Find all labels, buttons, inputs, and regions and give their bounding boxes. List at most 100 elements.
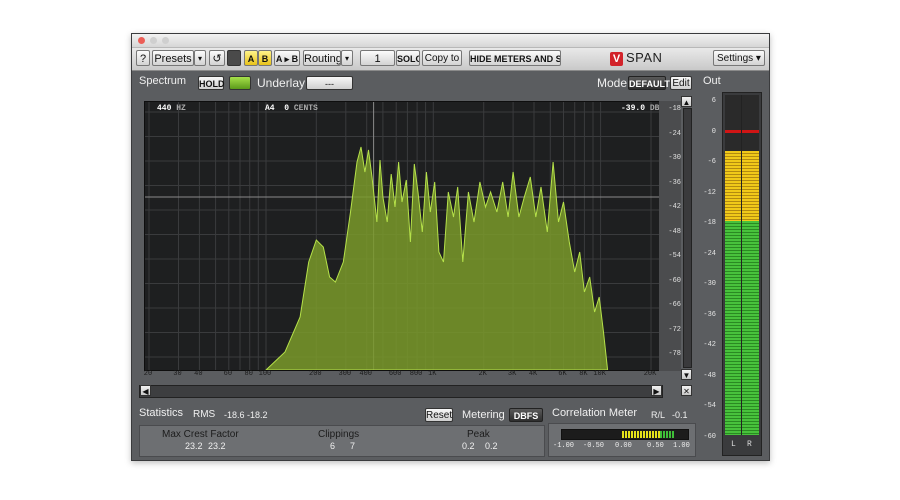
statistics-label: Statistics [139,407,184,419]
freq-tick-label: 600 [388,370,402,378]
crest-left-value: 23.2 [185,441,203,451]
color-swatch-button[interactable] [229,76,251,90]
hide-meters-button[interactable]: HIDE METERS AND STATS [469,50,561,66]
meter-channel-l: L [731,440,736,449]
correlation-bar [561,429,689,440]
corr-tick-2: -0.50 [583,442,605,450]
db-tick-label: -30 [668,154,681,162]
routing-dropdown-arrow[interactable]: ▾ [341,50,353,66]
cursor-db: -39.0 DB [621,104,660,113]
spectrum-label: Spectrum [139,75,187,87]
correlation-panel: -1.00 -0.50 0.00 0.50 1.00 [548,423,696,457]
spectrum-curve [265,146,609,370]
peak-right-value: 0.2 [485,441,498,451]
freq-tick-label: 80 [244,370,253,378]
corr-tick-4: 0.50 [647,442,664,450]
reset-stats-button[interactable]: Reset [425,408,453,422]
vertical-scrollbar[interactable] [683,108,692,368]
freq-tick-label: 300 [338,370,352,378]
spectrum-svg [145,102,659,370]
freq-tick-label: 6K [558,370,567,378]
out-tick-label: -24 [703,249,716,258]
edit-button[interactable]: Edit [670,76,692,90]
peak-label: Peak [467,429,490,440]
freq-tick-label: 4K [528,370,538,378]
out-label: Out [703,75,721,87]
peak-left-value: 0.2 [462,441,475,451]
statistics-panel: Max Crest Factor 23.2 23.2 Clippings 6 7… [139,425,545,457]
horizontal-scrollbar[interactable]: ◀ ▶ [139,385,663,398]
cursor-frequency: 440 HZ [157,104,186,113]
cursor-note: A4 0 CENTS [265,104,318,113]
freq-tick-label: 400 [359,370,373,378]
underlay-select[interactable]: --- [306,76,353,90]
copy-to-button[interactable]: Copy to [422,50,462,66]
correlation-value: -0.1 [672,410,688,420]
correlation-channels: R/L [651,410,666,420]
underlay-label: Underlay [257,76,306,90]
db-tick-label: -54 [668,252,681,260]
freq-tick-label: 30 [173,370,182,378]
out-tick-label: -42 [703,341,716,349]
db-tick-label: -72 [668,325,681,334]
out-tick-label: -60 [703,432,716,441]
voxengo-logo: V [610,52,623,66]
freq-tick-label: 3K [507,370,517,378]
db-tick-label: -18 [668,105,681,113]
db-tick-label: -60 [668,276,681,285]
solo-button[interactable]: SOLO [396,50,420,66]
meter-yellow-section [725,151,759,221]
meter-green-section [725,221,759,435]
preset-b-button[interactable]: B [258,50,272,66]
rms-left-value: -18.6 [224,410,245,420]
freq-tick-label: 200 [309,370,322,378]
reset-icon[interactable]: ↺ [209,50,225,66]
scroll-up-arrow[interactable]: ▲ [681,96,692,107]
output-level-meter: L R [722,92,762,456]
mode-select[interactable]: DEFAULT [628,76,670,90]
copy-a-to-b-button[interactable]: A ▸ B [274,50,300,66]
metering-label: Metering [462,409,505,421]
help-button[interactable]: ? [136,50,150,66]
span-plugin-window: ? Presets ▾ ↺ A B A ▸ B Routing ▾ 1 SOLO… [131,33,770,461]
out-tick-label: 0 [711,127,716,136]
freq-tick-label: 100 [258,370,272,378]
freq-tick-label: 1K [428,370,437,378]
scroll-right-arrow[interactable]: ▶ [651,385,662,396]
zoom-window-button[interactable] [162,37,169,44]
crest-factor-label: Max Crest Factor [162,429,239,440]
presets-dropdown-arrow[interactable]: ▾ [194,50,206,66]
mode-label: Mode [597,76,628,90]
db-tick-label: -78 [668,350,681,358]
freq-tick-label: 8K [579,370,588,378]
freq-tick-label: 20K [643,370,657,378]
crest-right-value: 23.2 [208,441,226,451]
rms-label: RMS [193,409,216,420]
spectrum-plot[interactable]: 440 HZ A4 0 CENTS -39.0 DB [144,101,660,371]
metering-select[interactable]: DBFS [509,408,543,422]
settings-label: Settings [717,53,754,64]
hold-button[interactable]: HOLD [198,76,225,90]
meter-dark-top [725,95,759,151]
close-window-button[interactable] [138,37,145,44]
correlation-label: Correlation Meter [552,407,637,419]
zoom-out-button[interactable]: ✕ [681,385,692,396]
channel-field[interactable]: 1 [360,50,395,66]
minimize-window-button[interactable] [150,37,157,44]
db-tick-label: -66 [668,301,681,309]
db-tick-label: -24 [668,129,681,138]
presets-button[interactable]: Presets [152,50,194,66]
meter-channel-r: R [747,440,752,449]
preset-a-button[interactable]: A [244,50,258,66]
rms-right-value: -18.2 [247,410,268,420]
routing-button[interactable]: Routing [303,50,341,66]
correlation-indicator-positive [660,431,674,438]
settings-button[interactable]: Settings ▾ [713,50,765,66]
scroll-left-arrow[interactable]: ◀ [140,385,151,396]
window-titlebar [132,34,769,48]
db-tick-label: -36 [668,178,681,187]
freq-tick-label: 60 [223,370,233,378]
corr-tick-5: 1.00 [673,442,690,450]
state-indicator[interactable] [227,50,241,66]
freq-tick-label: 20 [143,370,153,378]
